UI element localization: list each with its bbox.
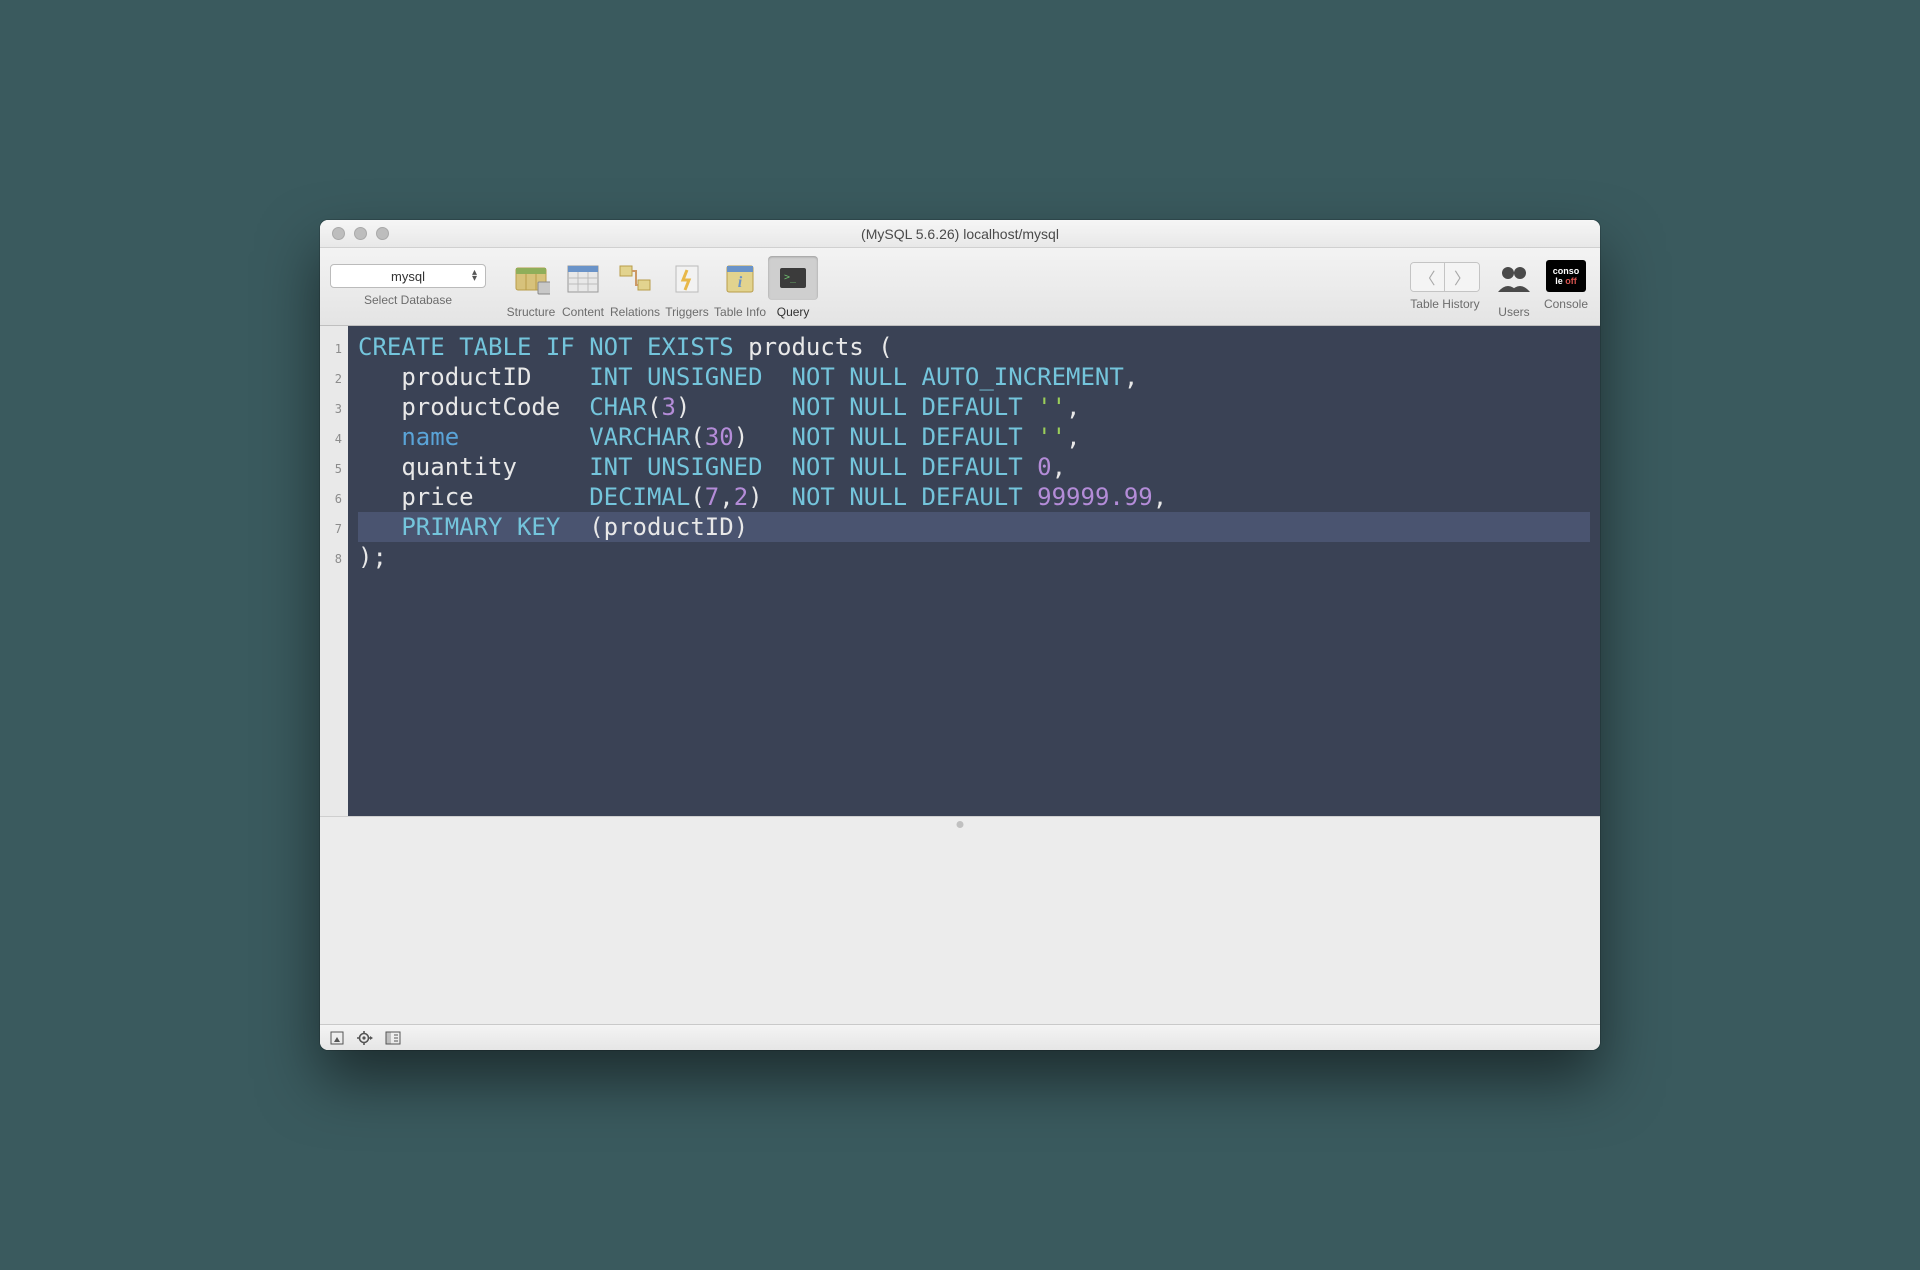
table-history-button[interactable]: 〈 〉 Table History [1410, 256, 1480, 311]
chevron-updown-icon: ▴▾ [472, 270, 477, 282]
sql-code[interactable]: CREATE TABLE IF NOT EXISTS products ( pr… [348, 326, 1600, 816]
results-pane[interactable] [320, 816, 1600, 1024]
query-icon: >_ [774, 260, 812, 296]
structure-icon [512, 260, 550, 296]
svg-text:i: i [738, 274, 743, 291]
history-back-icon[interactable]: 〈 [1411, 263, 1445, 291]
line-gutter: 12345678 [320, 326, 348, 816]
zoom-icon[interactable] [376, 227, 389, 240]
select-database-label: Select Database [364, 293, 452, 307]
editor-pane: 12345678 CREATE TABLE IF NOT EXISTS prod… [320, 326, 1600, 1024]
users-button[interactable]: Users [1488, 256, 1540, 319]
structure-button[interactable]: Structure [506, 256, 556, 319]
console-off-icon: conso le off [1546, 260, 1586, 292]
tableinfo-icon: i [721, 260, 759, 296]
left-panel-toggle-icon[interactable] [328, 1029, 346, 1047]
resize-handle-icon[interactable] [957, 821, 964, 828]
content-icon [564, 260, 602, 296]
app-window: (MySQL 5.6.26) localhost/mysql mysql ▴▾ … [320, 220, 1600, 1050]
tableinfo-button[interactable]: i Table Info [714, 256, 766, 319]
relations-button[interactable]: Relations [610, 256, 660, 319]
toolbar: mysql ▴▾ Select Database Structure Conte… [320, 248, 1600, 326]
toolbar-label: Table History [1410, 297, 1479, 311]
toolbar-label: Relations [610, 305, 660, 319]
select-database-dropdown[interactable]: mysql ▴▾ [330, 264, 486, 288]
svg-text:>_: >_ [784, 272, 797, 283]
minimize-icon[interactable] [354, 227, 367, 240]
close-icon[interactable] [332, 227, 345, 240]
toolbar-label: Structure [507, 305, 556, 319]
toolbar-label: Triggers [665, 305, 709, 319]
sql-editor[interactable]: 12345678 CREATE TABLE IF NOT EXISTS prod… [320, 326, 1600, 816]
relations-icon [616, 260, 654, 296]
select-database-value: mysql [391, 269, 425, 284]
statusbar [320, 1024, 1600, 1050]
titlebar[interactable]: (MySQL 5.6.26) localhost/mysql [320, 220, 1600, 248]
query-button[interactable]: >_ Query [768, 256, 818, 319]
window-title: (MySQL 5.6.26) localhost/mysql [320, 226, 1600, 242]
toolbar-label: Console [1544, 297, 1588, 311]
toolbar-label: Content [562, 305, 604, 319]
content-button[interactable]: Content [558, 256, 608, 319]
triggers-icon [668, 260, 706, 296]
toolbar-label: Query [777, 305, 810, 319]
history-forward-icon[interactable]: 〉 [1445, 263, 1479, 291]
toolbar-label: Table Info [714, 305, 766, 319]
select-database-group: mysql ▴▾ Select Database [330, 256, 486, 307]
sidebar-toggle-icon[interactable] [384, 1029, 402, 1047]
traffic-lights [332, 227, 389, 240]
users-icon [1494, 260, 1534, 296]
gear-icon[interactable] [356, 1029, 374, 1047]
console-button[interactable]: conso le off Console [1544, 256, 1588, 311]
triggers-button[interactable]: Triggers [662, 256, 712, 319]
toolbar-label: Users [1498, 305, 1529, 319]
